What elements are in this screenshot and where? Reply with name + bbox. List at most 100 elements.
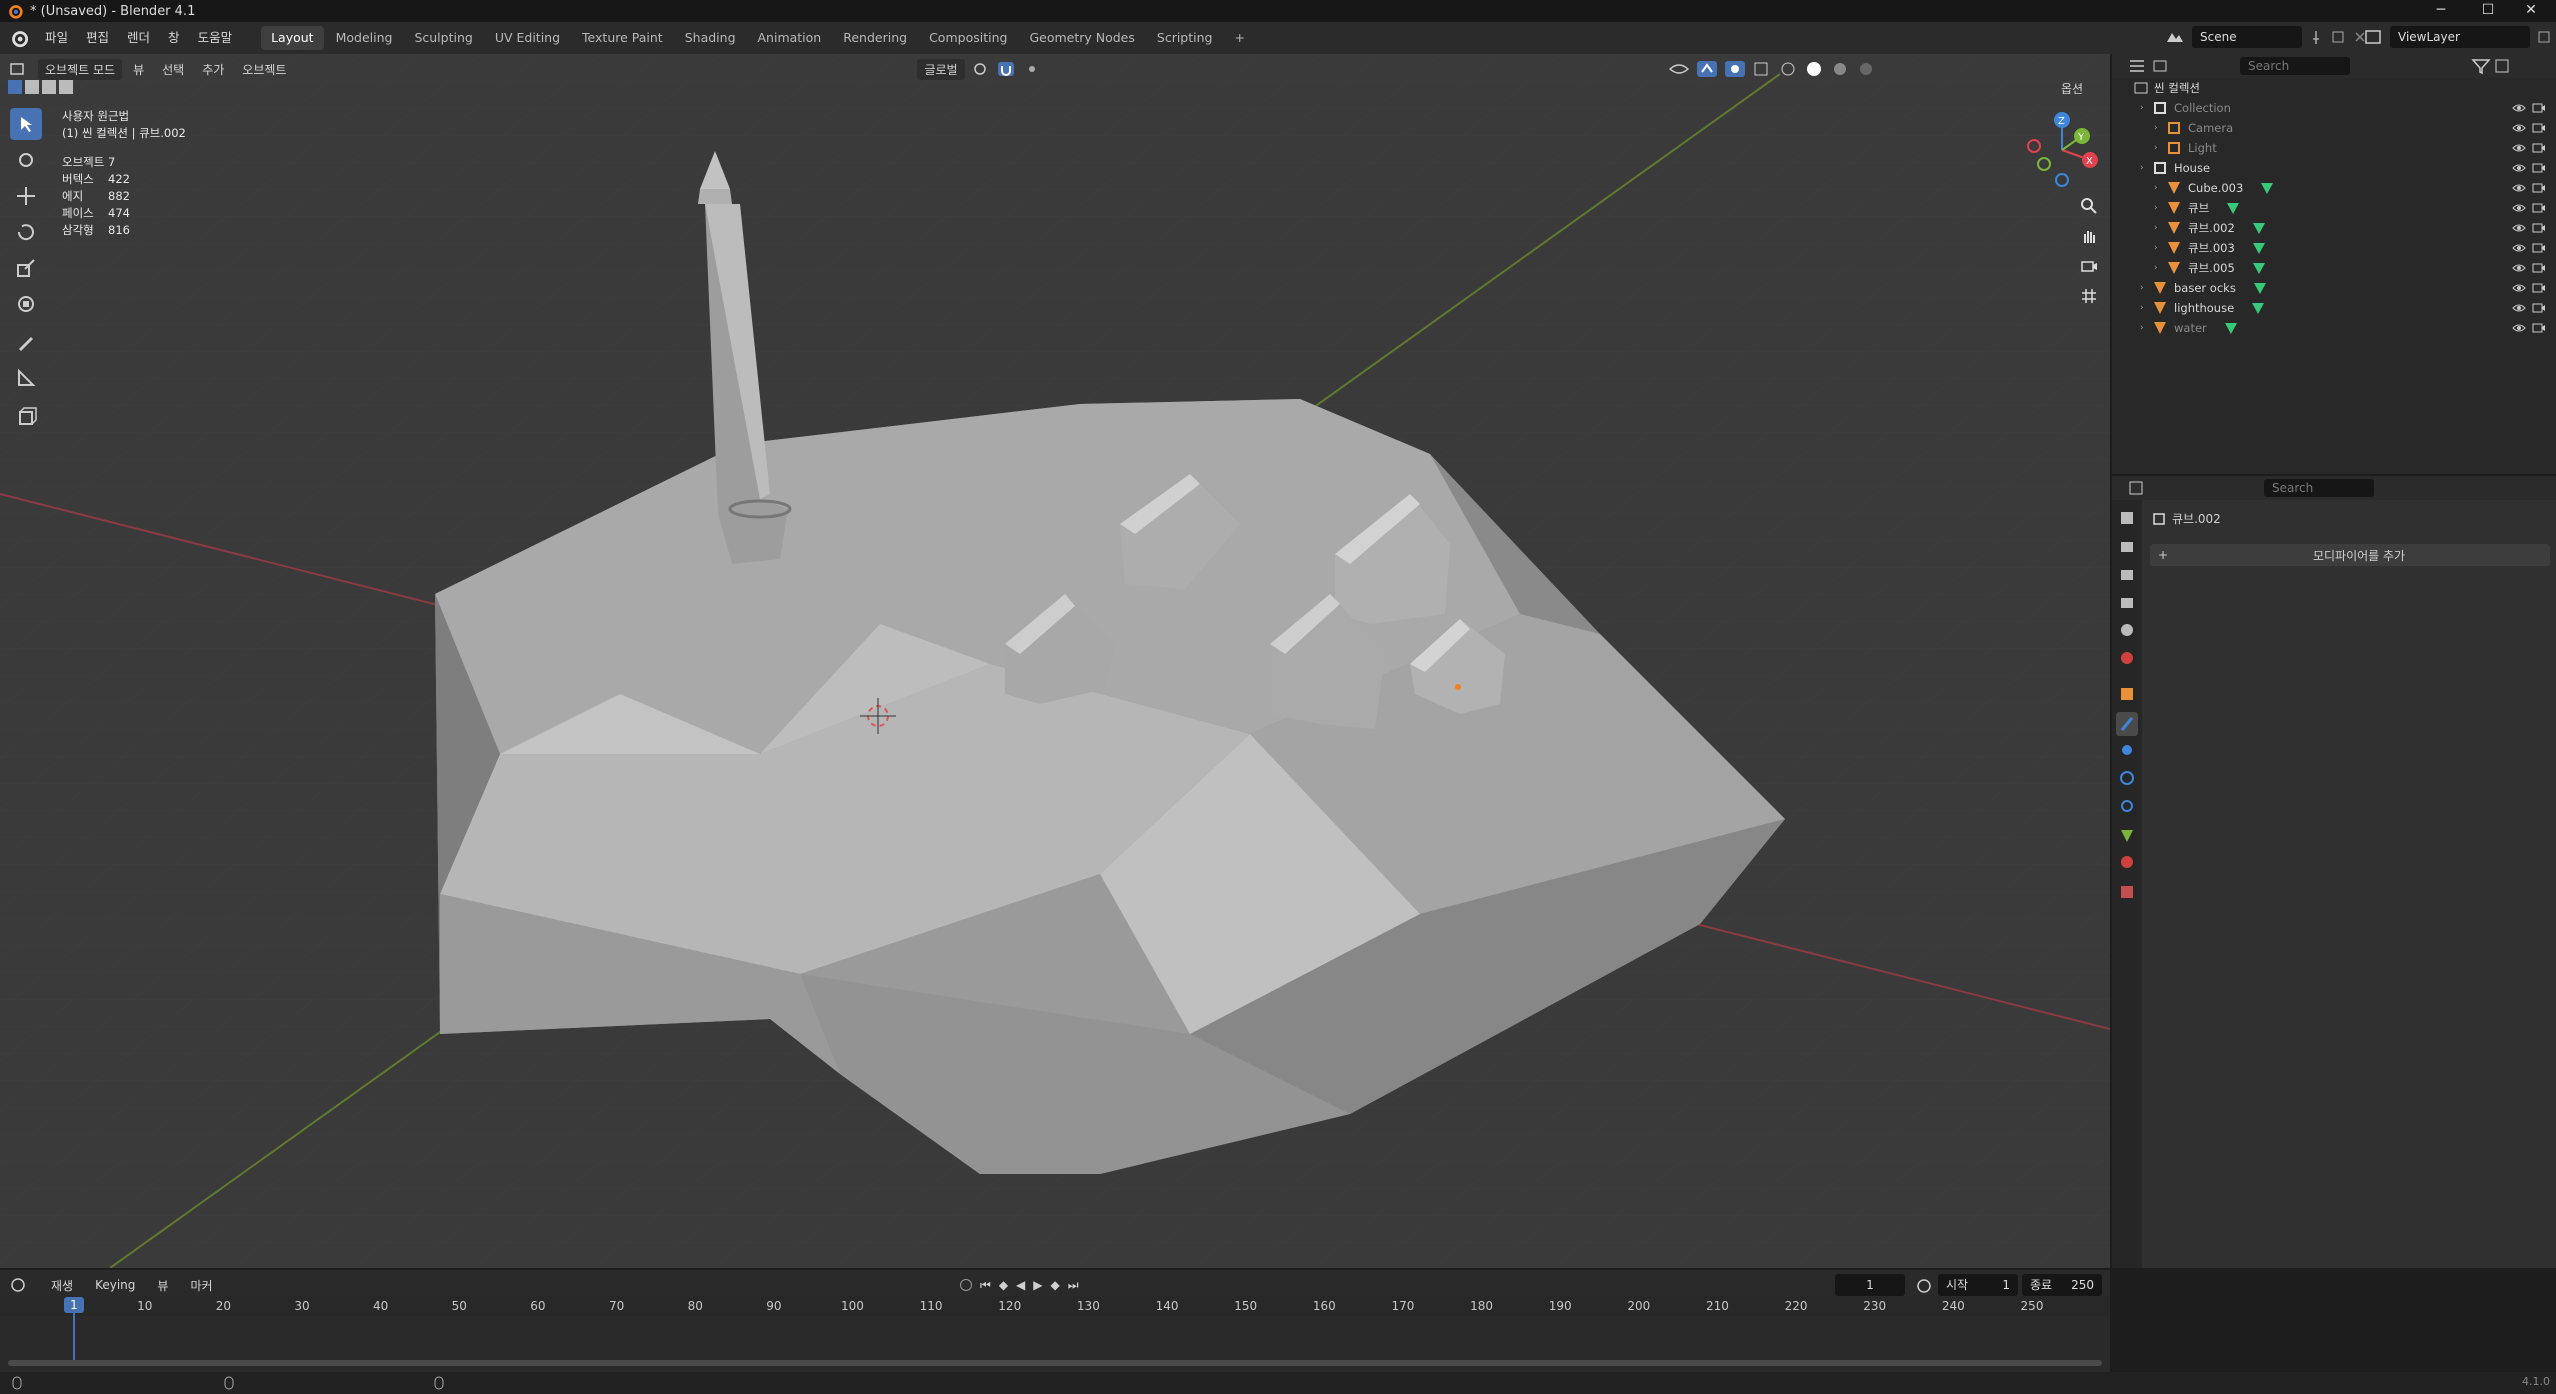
material-shading-icon[interactable]	[1829, 60, 1851, 78]
render-camera-icon[interactable]	[2532, 141, 2546, 155]
expand-arrow-icon[interactable]: ›	[2140, 283, 2150, 293]
tab-animation[interactable]: Animation	[748, 26, 832, 50]
solid-shading-icon[interactable]	[1803, 60, 1825, 78]
properties-search[interactable]: Search	[2264, 479, 2374, 497]
tab-uv-editing[interactable]: UV Editing	[485, 26, 570, 50]
play-reverse-icon[interactable]: ◀	[1016, 1278, 1025, 1292]
rendered-shading-icon[interactable]	[1855, 60, 1877, 78]
outliner-item[interactable]: › baser ocks	[2112, 278, 2556, 298]
eye-icon[interactable]	[2512, 201, 2526, 215]
viewport-scene[interactable]	[0, 54, 2110, 1268]
outliner-item[interactable]: › water	[2112, 318, 2556, 338]
data-tab-icon[interactable]	[2121, 830, 2133, 842]
end-frame-field[interactable]: 종료 250	[2022, 1274, 2102, 1296]
expand-arrow-icon[interactable]: ›	[2154, 183, 2164, 193]
outliner-item[interactable]: › 큐브.005	[2112, 258, 2556, 278]
pan-hand-icon[interactable]	[2075, 222, 2103, 250]
wireframe-shading-icon[interactable]	[1777, 60, 1799, 78]
outliner-item[interactable]: › House	[2112, 158, 2556, 178]
outliner-item[interactable]: › Collection	[2112, 98, 2556, 118]
view-layer-tab-icon[interactable]	[2121, 598, 2133, 608]
start-frame-field[interactable]: 시작 1	[1938, 1274, 2018, 1296]
tab-texture-paint[interactable]: Texture Paint	[572, 26, 673, 50]
render-camera-icon[interactable]	[2532, 301, 2546, 315]
render-camera-icon[interactable]	[2532, 321, 2546, 335]
visibility-icon[interactable]	[1667, 60, 1691, 78]
expand-arrow-icon[interactable]: ›	[2140, 103, 2150, 113]
viewport-menu-object[interactable]: 오브젝트	[235, 59, 293, 80]
outliner-search[interactable]: Search	[2240, 57, 2350, 75]
close-button[interactable]: ✕	[2506, 0, 2556, 22]
view-layer-icon[interactable]	[2362, 28, 2384, 46]
properties-editor-icon[interactable]	[2126, 479, 2152, 497]
marker-menu[interactable]: 마커	[183, 1275, 219, 1296]
render-camera-icon[interactable]	[2532, 241, 2546, 255]
scene-tab-icon[interactable]	[2121, 624, 2133, 636]
eye-icon[interactable]	[2512, 301, 2526, 315]
tab-compositing[interactable]: Compositing	[919, 26, 1017, 50]
menu-render[interactable]: 렌더	[118, 22, 159, 54]
viewport-menu-view[interactable]: 뷰	[126, 59, 151, 80]
eye-icon[interactable]	[2512, 121, 2526, 135]
select-intersect-icon[interactable]	[59, 80, 73, 94]
xray-icon[interactable]	[1751, 60, 1773, 78]
menu-window[interactable]: 창	[159, 22, 189, 54]
eye-icon[interactable]	[2512, 101, 2526, 115]
eye-icon[interactable]	[2512, 221, 2526, 235]
render-camera-icon[interactable]	[2532, 101, 2546, 115]
outliner-item[interactable]: › 큐브.002	[2112, 218, 2556, 238]
outliner-item[interactable]: › Camera	[2112, 118, 2556, 138]
select-extend-icon[interactable]	[25, 80, 39, 94]
display-mode-icon[interactable]	[2150, 57, 2174, 75]
add-workspace-button[interactable]: +	[1224, 26, 1254, 50]
expand-arrow-icon[interactable]: ›	[2154, 203, 2164, 213]
outliner-item[interactable]: › lighthouse	[2112, 298, 2556, 318]
modifier-tab-icon[interactable]	[2116, 712, 2138, 736]
viewport-menu-add[interactable]: 추가	[195, 59, 231, 80]
scale-tool[interactable]	[10, 252, 42, 284]
output-tab-icon[interactable]	[2121, 570, 2133, 580]
prev-keyframe-icon[interactable]: ◆	[999, 1278, 1008, 1292]
select-subtract-icon[interactable]	[42, 80, 56, 94]
timeline-scrollbar[interactable]	[8, 1360, 2102, 1366]
outliner-editor-icon[interactable]	[2126, 57, 2150, 75]
scene-icon[interactable]	[2164, 28, 2186, 46]
pivot-icon[interactable]	[969, 60, 991, 78]
render-tab-icon[interactable]	[2121, 542, 2133, 552]
editor-type-icon[interactable]	[8, 60, 34, 78]
constraints-tab-icon[interactable]	[2121, 800, 2133, 812]
ortho-grid-icon[interactable]	[2075, 282, 2103, 310]
menu-file[interactable]: 파일	[36, 22, 77, 54]
measure-tool[interactable]	[10, 362, 42, 394]
keying-menu[interactable]: Keying	[88, 1276, 142, 1294]
new-collection-icon[interactable]	[2492, 57, 2514, 75]
render-camera-icon[interactable]	[2532, 161, 2546, 175]
options-dropdown[interactable]: 옵션	[2054, 78, 2090, 99]
jump-start-icon[interactable]: ⏮	[980, 1278, 991, 1293]
mode-dropdown[interactable]: 오브젝트 모드	[38, 58, 123, 80]
scene-field[interactable]: Scene	[2192, 26, 2302, 48]
camera-view-icon[interactable]	[2075, 252, 2103, 280]
gizmo-toggle-icon[interactable]	[1695, 60, 1719, 78]
menu-help[interactable]: 도움말	[189, 22, 242, 54]
outliner-item[interactable]: › Cube.003	[2112, 178, 2556, 198]
object-tab-icon[interactable]	[2121, 688, 2133, 700]
navigation-gizmo[interactable]: Z X Y	[2020, 108, 2104, 192]
jump-end-icon[interactable]: ⏭	[1068, 1278, 1079, 1293]
expand-arrow-icon[interactable]: ›	[2154, 143, 2164, 153]
tab-rendering[interactable]: Rendering	[833, 26, 917, 50]
world-tab-icon[interactable]	[2121, 652, 2133, 664]
3d-viewport[interactable]	[0, 54, 2110, 1268]
eye-icon[interactable]	[2512, 281, 2526, 295]
expand-arrow-icon[interactable]: ›	[2154, 243, 2164, 253]
cursor-tool[interactable]	[10, 144, 42, 176]
eye-icon[interactable]	[2512, 141, 2526, 155]
render-camera-icon[interactable]	[2532, 121, 2546, 135]
new-view-layer-icon[interactable]	[2536, 29, 2552, 45]
material-tab-icon[interactable]	[2121, 856, 2133, 868]
eye-icon[interactable]	[2512, 261, 2526, 275]
proportional-edit-icon[interactable]	[1021, 60, 1043, 78]
tab-layout[interactable]: Layout	[261, 26, 324, 50]
minimize-button[interactable]: ─	[2416, 0, 2466, 22]
timeline-editor-icon[interactable]	[8, 1276, 36, 1294]
